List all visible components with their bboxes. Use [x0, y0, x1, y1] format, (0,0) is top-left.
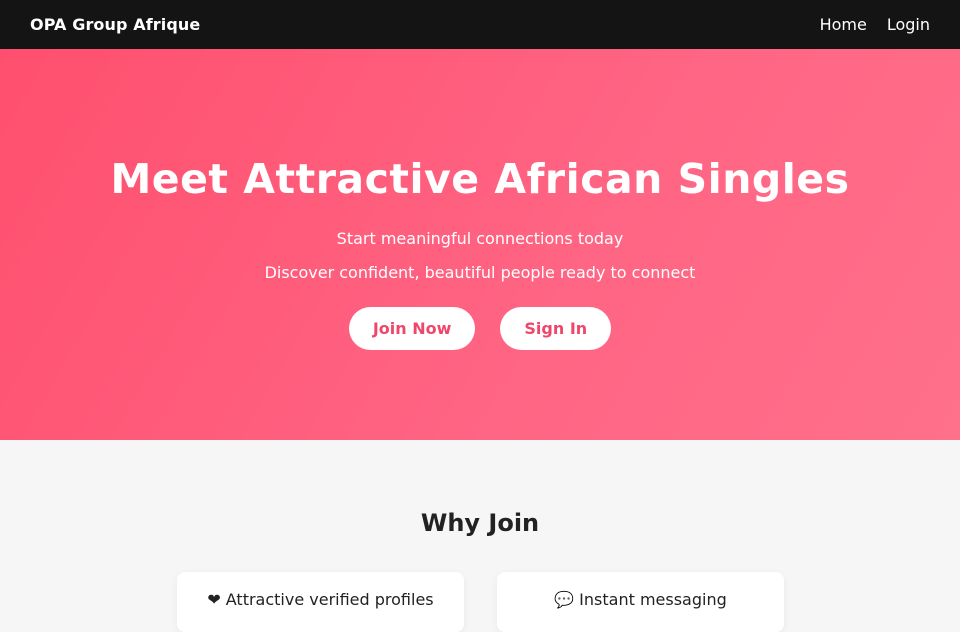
nav-login-link[interactable]: Login [887, 15, 930, 34]
nav-links: Home Login [820, 15, 930, 34]
top-navbar: OPA Group Afrique Home Login [0, 0, 960, 49]
sign-in-button[interactable]: Sign In [500, 307, 612, 350]
hero-subtitle: Start meaningful connections today [336, 229, 624, 248]
feature-card-profiles: ❤ Attractive verified profiles [177, 572, 464, 632]
nav-home-link[interactable]: Home [820, 15, 867, 34]
hero-section: Meet Attractive African Singles Start me… [0, 49, 960, 440]
hero-title: Meet Attractive African Singles [110, 155, 850, 203]
brand-logo-text[interactable]: OPA Group Afrique [30, 15, 200, 34]
hero-buttons: Join Now Sign In [0, 307, 960, 350]
why-join-section: Why Join ❤ Attractive verified profiles 💬… [0, 440, 960, 632]
join-now-button[interactable]: Join Now [348, 307, 476, 350]
feature-card-messaging: 💬 Instant messaging [497, 572, 784, 632]
why-join-title: Why Join [420, 509, 540, 537]
hero-tagline: Discover confident, beautiful people rea… [264, 263, 696, 282]
